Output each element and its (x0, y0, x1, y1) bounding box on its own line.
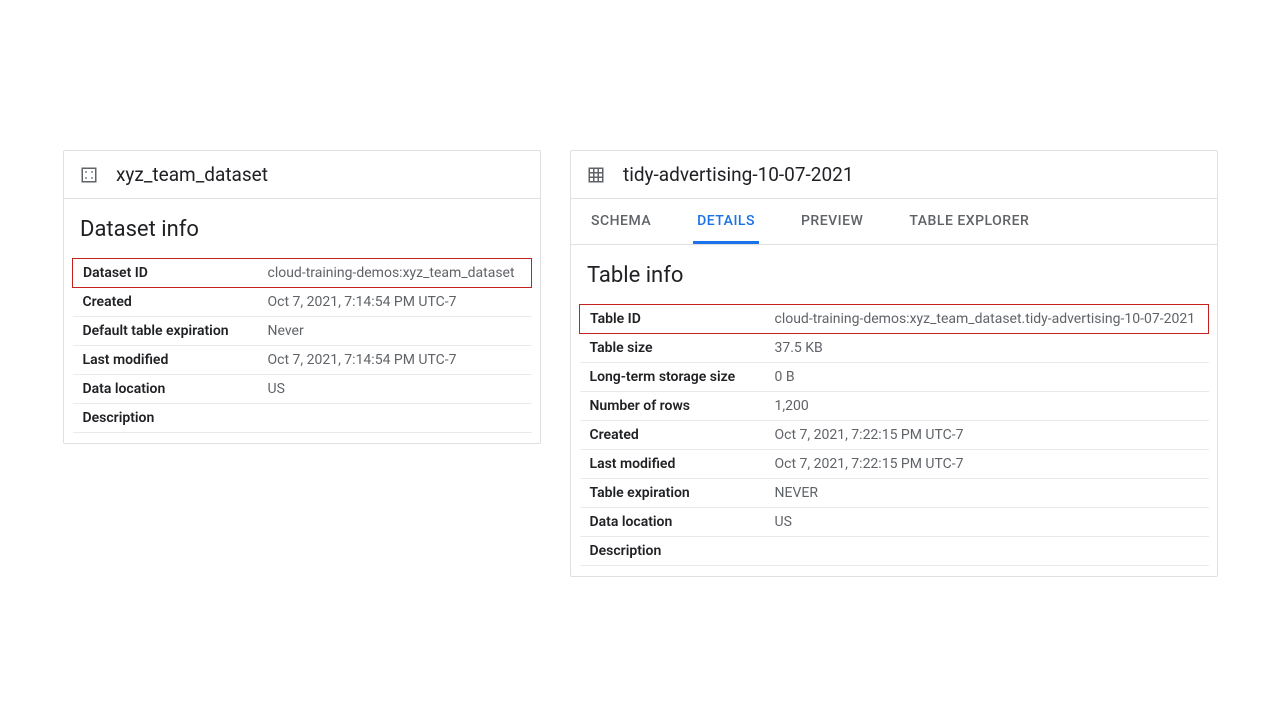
table-info-table: Table ID cloud-training-demos:xyz_team_d… (579, 304, 1209, 566)
table-modified-row: Last modified Oct 7, 2021, 7:22:15 PM UT… (580, 450, 1209, 479)
lt-storage-row: Long-term storage size 0 B (580, 363, 1209, 392)
dataset-id-label: Dataset ID (73, 259, 258, 288)
dataset-info-table: Dataset ID cloud-training-demos:xyz_team… (72, 258, 532, 433)
tab-table-explorer[interactable]: TABLE EXPLORER (905, 199, 1033, 244)
table-size-row: Table size 37.5 KB (580, 334, 1209, 363)
dataset-expiration-row: Default table expiration Never (73, 317, 532, 346)
table-modified-label: Last modified (580, 450, 765, 479)
dataset-description-row: Description (73, 404, 532, 433)
table-tabs: SCHEMA DETAILS PREVIEW TABLE EXPLORER (571, 199, 1217, 245)
num-rows-value: 1,200 (765, 392, 1209, 421)
table-header: tidy-advertising-10-07-2021 (571, 151, 1217, 199)
num-rows-label: Number of rows (580, 392, 765, 421)
dataset-modified-row: Last modified Oct 7, 2021, 7:14:54 PM UT… (73, 346, 532, 375)
table-modified-value: Oct 7, 2021, 7:22:15 PM UTC-7 (765, 450, 1209, 479)
table-expiration-value: NEVER (765, 479, 1209, 508)
table-title: tidy-advertising-10-07-2021 (623, 163, 854, 186)
dataset-created-value: Oct 7, 2021, 7:14:54 PM UTC-7 (258, 288, 532, 317)
tab-preview[interactable]: PREVIEW (797, 199, 867, 244)
dataset-info-panel: xyz_team_dataset Dataset info Dataset ID… (63, 150, 541, 444)
table-size-label: Table size (580, 334, 765, 363)
tab-details[interactable]: DETAILS (693, 199, 759, 244)
dataset-created-row: Created Oct 7, 2021, 7:14:54 PM UTC-7 (73, 288, 532, 317)
dataset-modified-label: Last modified (73, 346, 258, 375)
dataset-created-label: Created (73, 288, 258, 317)
dataset-id-row: Dataset ID cloud-training-demos:xyz_team… (73, 259, 532, 288)
table-created-value: Oct 7, 2021, 7:22:15 PM UTC-7 (765, 421, 1209, 450)
dataset-location-value: US (258, 375, 532, 404)
tab-schema[interactable]: SCHEMA (587, 199, 655, 244)
dataset-location-label: Data location (73, 375, 258, 404)
lt-storage-label: Long-term storage size (580, 363, 765, 392)
table-icon (587, 166, 605, 184)
table-expiration-label: Table expiration (580, 479, 765, 508)
dataset-expiration-label: Default table expiration (73, 317, 258, 346)
dataset-title: xyz_team_dataset (116, 163, 268, 186)
num-rows-row: Number of rows 1,200 (580, 392, 1209, 421)
table-info-panel: tidy-advertising-10-07-2021 SCHEMA DETAI… (570, 150, 1218, 577)
table-location-value: US (765, 508, 1209, 537)
dataset-header: xyz_team_dataset (64, 151, 540, 199)
dataset-icon (80, 166, 98, 184)
dataset-expiration-value: Never (258, 317, 532, 346)
table-id-label: Table ID (580, 305, 765, 334)
table-id-row: Table ID cloud-training-demos:xyz_team_d… (580, 305, 1209, 334)
dataset-modified-value: Oct 7, 2021, 7:14:54 PM UTC-7 (258, 346, 532, 375)
dataset-description-value (258, 404, 532, 433)
table-id-value: cloud-training-demos:xyz_team_dataset.ti… (765, 305, 1209, 334)
dataset-description-label: Description (73, 404, 258, 433)
lt-storage-value: 0 B (765, 363, 1209, 392)
dataset-location-row: Data location US (73, 375, 532, 404)
table-info-heading: Table info (571, 245, 1217, 304)
table-created-label: Created (580, 421, 765, 450)
table-created-row: Created Oct 7, 2021, 7:22:15 PM UTC-7 (580, 421, 1209, 450)
table-description-value (765, 537, 1209, 566)
table-expiration-row: Table expiration NEVER (580, 479, 1209, 508)
table-size-value: 37.5 KB (765, 334, 1209, 363)
table-description-row: Description (580, 537, 1209, 566)
dataset-info-heading: Dataset info (64, 199, 540, 258)
table-description-label: Description (580, 537, 765, 566)
table-location-row: Data location US (580, 508, 1209, 537)
table-location-label: Data location (580, 508, 765, 537)
dataset-id-value: cloud-training-demos:xyz_team_dataset (258, 259, 532, 288)
